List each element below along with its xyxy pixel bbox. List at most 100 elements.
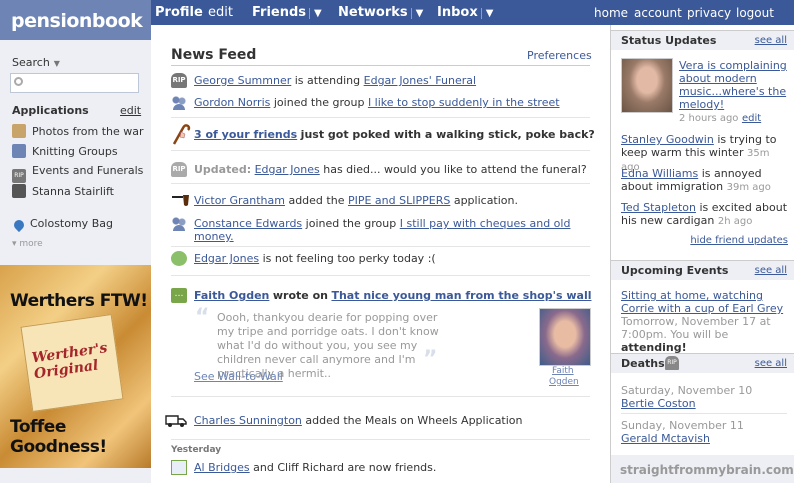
site-logo[interactable]: pensionbook xyxy=(0,0,151,40)
actor-link[interactable]: George Summner xyxy=(194,74,291,87)
object-link[interactable]: I still pay with cheques and old xyxy=(400,217,571,230)
actor-link[interactable]: 3 of your friends xyxy=(194,128,297,141)
ad-headline: Werthers FTW! xyxy=(10,291,148,311)
search-input[interactable] xyxy=(10,73,139,93)
story-text: is not feeling too perky today :( xyxy=(262,252,436,265)
werthers-advert[interactable]: Werthers FTW! Werther's Original Toffee … xyxy=(0,265,151,468)
actor-link[interactable]: Constance Edwards xyxy=(194,217,302,230)
story-text: and Cliff Richard are now friends. xyxy=(253,461,437,474)
object-link-cont[interactable]: money. xyxy=(194,230,234,243)
hide-friend-updates-link[interactable]: hide friend updates xyxy=(690,235,788,246)
event-title-link[interactable]: Sitting at home, watching Corrie with a … xyxy=(621,289,783,315)
status-updates-header: Status Updates see all xyxy=(611,30,794,50)
pack-label: Werther's Original xyxy=(30,340,109,383)
nav-friends[interactable]: Friends ▼ xyxy=(252,5,322,20)
sidebar-item-events[interactable]: RIP Events and Funerals xyxy=(12,164,143,183)
sidebar-item-photos[interactable]: Photos from the war xyxy=(12,124,144,138)
chevron-down-icon[interactable]: ▼ xyxy=(309,8,322,19)
sidebar-item-label: Photos from the war xyxy=(32,125,144,138)
status-face-icon xyxy=(171,251,187,266)
status-time: 2h ago xyxy=(717,216,753,227)
status-text-link[interactable]: Vera is complaining about modern music..… xyxy=(679,59,787,111)
actor-link[interactable]: Edgar Jones xyxy=(194,252,259,265)
sidebar-item-colostomy[interactable]: Colostomy Bag xyxy=(11,217,113,233)
deaths-header: Deaths RIP see all xyxy=(611,353,794,373)
see-wall-to-wall-link[interactable]: See Wall-to-Wall xyxy=(194,370,283,383)
death-date: Saturday, November 10 xyxy=(621,384,753,397)
sidebar-item-label: Events and Funerals xyxy=(32,164,144,177)
story-text: joined the group xyxy=(305,217,397,230)
see-all-link[interactable]: see all xyxy=(755,358,787,369)
story-text: joined the group xyxy=(273,96,365,109)
event-item: Sitting at home, watching Corrie with a … xyxy=(621,289,791,354)
story-text: is attending xyxy=(294,74,361,87)
nav-inbox[interactable]: Inbox ▼ xyxy=(437,5,494,20)
divider xyxy=(171,183,590,184)
nav-inbox-label[interactable]: Inbox xyxy=(437,5,478,20)
divider xyxy=(621,413,787,414)
see-all-link[interactable]: see all xyxy=(755,35,787,46)
actor-link[interactable]: Edgar Jones xyxy=(255,163,320,176)
more-label[interactable]: more xyxy=(19,239,42,249)
sidebar-item-knitting[interactable]: Knitting Groups xyxy=(12,144,118,158)
actor-link[interactable]: Gordon Norris xyxy=(194,96,270,109)
applications-edit-link[interactable]: edit xyxy=(120,104,141,117)
photo-caption-link[interactable]: Faith xyxy=(552,366,574,376)
object-link[interactable]: PIPE and SLIPPERS xyxy=(348,194,450,207)
story-text: application. xyxy=(453,194,519,207)
status-time: 39m ago xyxy=(726,182,771,193)
actor-link[interactable]: Faith Ogden xyxy=(194,289,269,302)
ad-tagline: Toffee Goodness! xyxy=(10,417,107,457)
vera-photo[interactable] xyxy=(621,58,673,113)
divider xyxy=(171,396,590,397)
friend-name-link[interactable]: Edna Williams xyxy=(621,167,698,180)
nav-account[interactable]: account xyxy=(634,6,682,20)
friend-name-link[interactable]: Ted Stapleton xyxy=(621,201,696,214)
more-link[interactable]: ▾ more xyxy=(12,239,43,249)
nav-profile[interactable]: Profile xyxy=(155,5,203,20)
story-text: just got poked with a walking stick, pok… xyxy=(300,128,595,141)
nav-edit[interactable]: edit xyxy=(208,5,233,20)
friend-name-link[interactable]: Stanley Goodwin xyxy=(621,133,714,146)
death-name-link[interactable]: Gerald Mctavish xyxy=(621,432,710,445)
nav-networks-label[interactable]: Networks xyxy=(338,5,408,20)
divider xyxy=(171,246,590,247)
close-quote-icon: ” xyxy=(423,347,438,372)
nav-home[interactable]: home xyxy=(594,6,628,20)
death-date: Sunday, November 11 xyxy=(621,419,744,432)
sidebar-item-stairlift[interactable]: Stanna Stairlift xyxy=(12,184,114,198)
section-title: Upcoming Events xyxy=(621,264,729,277)
rip-icon: RIP xyxy=(12,169,26,183)
nav-friends-label[interactable]: Friends xyxy=(252,5,306,20)
group-icon xyxy=(171,95,187,110)
sidebar-item-label: Stanna Stairlift xyxy=(32,185,114,198)
death-name-link[interactable]: Bertie Coston xyxy=(621,397,696,410)
walking-stick-icon xyxy=(172,124,191,145)
status-edit-link[interactable]: edit xyxy=(742,113,761,124)
applications-heading: Applications xyxy=(12,104,89,117)
story-text: has died... would you like to attend the… xyxy=(323,163,587,176)
nav-networks[interactable]: Networks ▼ xyxy=(338,5,424,20)
actor-link[interactable]: Al Bridges xyxy=(194,461,250,474)
sidebar-item-label: Knitting Groups xyxy=(32,145,118,158)
nav-privacy[interactable]: privacy xyxy=(687,6,731,20)
news-feed: News Feed Preferences RIP George Summner… xyxy=(151,25,610,483)
chevron-down-icon[interactable]: ▼ xyxy=(54,59,60,68)
object-link[interactable]: Edgar Jones' Funeral xyxy=(364,74,476,87)
rip-icon: RIP xyxy=(665,356,679,370)
preferences-link[interactable]: Preferences xyxy=(527,49,592,62)
story-text: added the Meals on Wheels Application xyxy=(305,414,523,427)
see-all-link[interactable]: see all xyxy=(755,265,787,276)
object-link[interactable]: I like to stop suddenly in the street xyxy=(368,96,560,109)
object-link[interactable]: That nice young man from the shop's wall xyxy=(331,289,591,302)
actor-link[interactable]: Charles Sunnington xyxy=(194,414,302,427)
nav-logout[interactable]: logout xyxy=(736,6,774,20)
status-vera: Vera is complaining about modern music..… xyxy=(679,59,789,125)
chevron-down-icon[interactable]: ▼ xyxy=(480,8,494,19)
faith-ogden-photo[interactable] xyxy=(539,308,591,366)
photo-caption-link[interactable]: Ogden xyxy=(549,377,579,387)
rip-icon: RIP xyxy=(171,162,187,177)
watermark: straightfrommybrain.com xyxy=(620,463,794,477)
chevron-down-icon[interactable]: ▼ xyxy=(410,8,424,19)
actor-link[interactable]: Victor Grantham xyxy=(194,194,285,207)
